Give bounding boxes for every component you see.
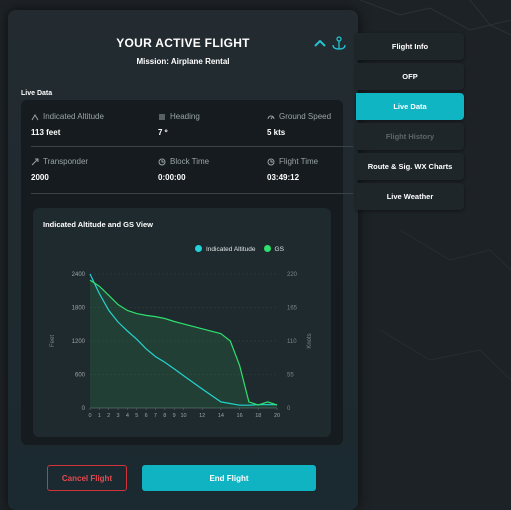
metric-flight-time: Flight Time 03:49:12 [267,157,367,182]
gs-area-fill [90,280,277,408]
y-tick-label: 1800 [72,306,86,312]
x-tick-label: 9 [173,413,176,419]
metric-value: 03:49:12 [267,173,300,182]
x-tick-label: 8 [163,413,166,419]
mission-subtitle: Mission: Airplane Rental [136,57,230,66]
metric-label: Heading [170,112,200,121]
clock-icon [158,158,166,165]
x-tick-label: 3 [117,413,120,419]
divider [31,193,353,194]
transponder-icon [31,158,39,165]
x-tick-label: 4 [126,413,129,419]
x-tick-label: 18 [255,413,261,419]
x-tick-label: 20 [274,413,280,419]
end-flight-button[interactable]: End Flight [142,465,316,491]
metric-label: Flight Time [279,157,319,166]
divider [31,146,353,147]
y-tick-label: 0 [82,406,86,412]
metric-heading: Heading 7 º [158,112,258,137]
y-tick-label: 600 [75,373,86,379]
y-tick-label: 1200 [72,339,86,345]
nav-live-data[interactable]: Live Data [356,93,464,120]
y2-tick-label: 220 [287,272,298,278]
chart-card: Indicated Altitude and GS View Indicated… [33,208,331,437]
cancel-flight-button[interactable]: Cancel Flight [47,465,127,491]
metric-value: 5 kts [267,128,286,137]
y2-tick-label: 165 [287,306,298,312]
nav-ofp[interactable]: OFP [356,63,464,90]
metric-value: 113 feet [31,128,61,137]
x-tick-label: 10 [180,413,186,419]
metric-ground-speed: Ground Speed 5 kts [267,112,367,137]
heading-icon [159,114,165,119]
metric-label: Ground Speed [279,112,332,121]
metric-label: Indicated Altitude [43,112,104,121]
y2-tick-label: 110 [287,339,297,345]
clock-icon [267,158,275,165]
y-axis-label: Feet [50,335,56,347]
y2-axis-label: Knots [307,333,313,348]
anchor-icon[interactable] [332,36,346,50]
nav-flight-info[interactable]: Flight Info [356,33,464,60]
chart-plot: 06001200180024000551101652200 1 2 3 4 5 6 7 8 9 10… [50,272,313,419]
metric-transponder: Transponder 2000 [31,157,131,182]
metric-value: 0:00:00 [158,173,186,182]
metric-label: Block Time [170,157,210,166]
metric-block-time: Block Time 0:00:00 [158,157,258,182]
x-tick-label: 14 [218,413,224,419]
chevron-up-icon[interactable] [314,39,326,47]
metric-indicated-altitude: Indicated Altitude 113 feet [31,112,131,137]
x-tick-label: 16 [237,413,243,419]
section-label: Live Data [21,90,53,97]
metric-value: 2000 [31,173,49,182]
nav-route-wx-charts[interactable]: Route & Sig. WX Charts [356,153,464,180]
nav-live-weather[interactable]: Live Weather [356,183,464,210]
speedometer-icon [267,115,275,119]
nav-flight-history[interactable]: Flight History [356,123,464,150]
x-tick-label: 6 [145,413,148,419]
x-tick-label: 7 [154,413,157,419]
panel-title: YOUR ACTIVE FLIGHT [116,36,250,50]
y-tick-label: 2400 [72,272,86,278]
x-tick-label: 2 [107,413,110,419]
x-tick-label: 1 [98,413,101,419]
y2-tick-label: 0 [287,406,291,412]
header-icons [314,36,346,50]
metric-value: 7 º [158,128,168,137]
metric-label: Transponder [43,157,89,166]
x-tick-label: 12 [199,413,205,419]
x-tick-label: 0 [88,413,91,419]
y2-tick-label: 55 [287,373,294,379]
altitude-icon [31,113,39,120]
x-tick-label: 5 [135,413,138,419]
